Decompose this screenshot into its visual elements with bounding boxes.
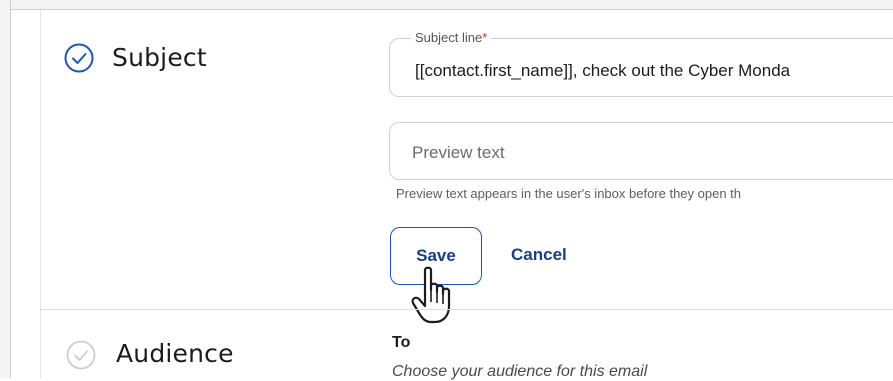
page-backdrop-top xyxy=(0,0,893,9)
card-border-left xyxy=(10,0,11,378)
subject-complete-check-icon xyxy=(64,43,94,73)
hand-pointer-cursor-icon xyxy=(411,266,467,331)
to-help-text: Choose your audience for this email xyxy=(392,363,648,380)
subject-line-value: [[contact.first_name]], check out the Cy… xyxy=(415,61,791,80)
audience-incomplete-check-icon xyxy=(66,340,96,370)
section-rule xyxy=(40,10,41,378)
preview-text-helper: Preview text appears in the user's inbox… xyxy=(396,186,742,201)
cancel-button[interactable]: Cancel xyxy=(511,245,567,265)
preview-text-input[interactable]: Preview text xyxy=(389,122,893,180)
subject-line-field[interactable]: Subject line* [[contact.first_name]], ch… xyxy=(389,30,893,97)
preview-text-placeholder: Preview text xyxy=(412,143,505,162)
required-marker: * xyxy=(482,30,488,45)
card-border-top xyxy=(10,9,893,10)
audience-section-title: Audience xyxy=(116,339,234,368)
section-divider xyxy=(40,309,893,310)
subject-line-label: Subject line* xyxy=(411,30,492,45)
to-label: To xyxy=(392,334,411,351)
page-backdrop-left xyxy=(0,0,10,378)
subject-section-title: Subject xyxy=(112,43,207,72)
